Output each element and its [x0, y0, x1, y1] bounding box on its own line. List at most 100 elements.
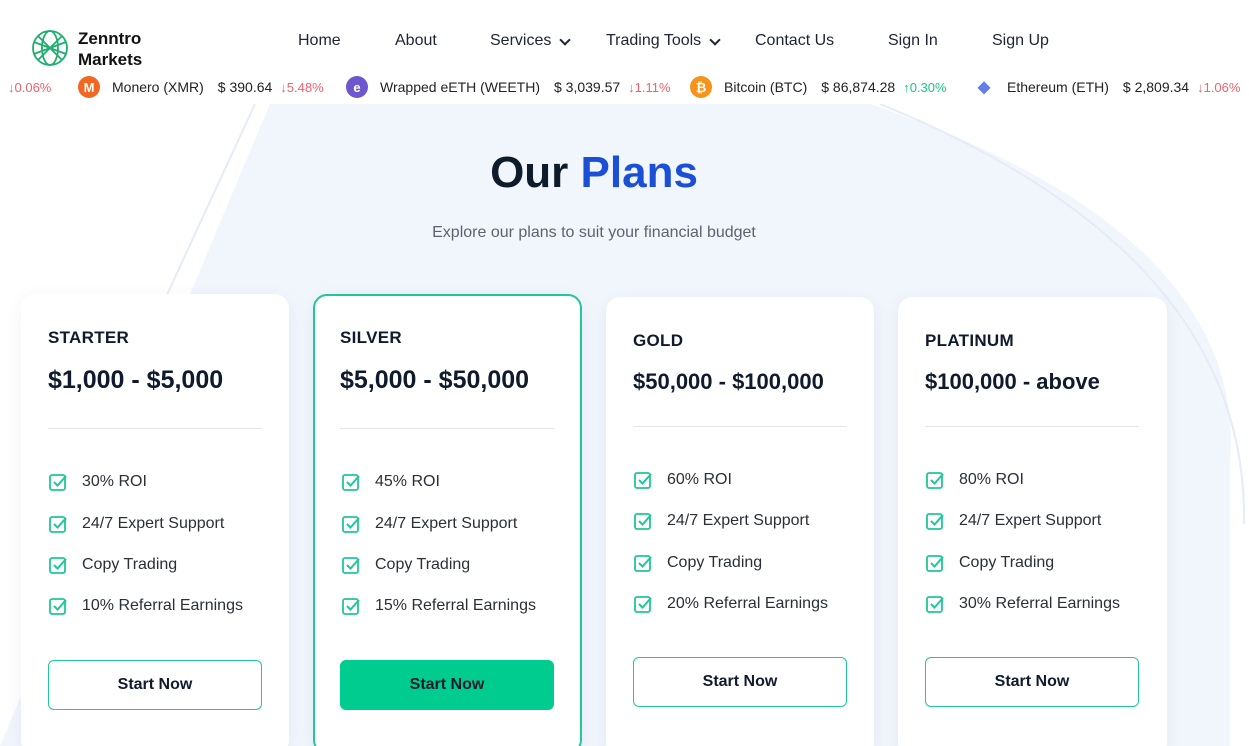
check-square-icon [342, 474, 360, 491]
ticker-price: $ 390.64 [217, 79, 273, 95]
ticker-item-weeth: e Wrapped eETH (WEETH) $ 3,039.57 ↓1.11% [346, 70, 671, 104]
plan-feature-text: 24/7 Expert Support [375, 515, 518, 532]
check-square-icon [49, 598, 67, 615]
plan-feature-text: 24/7 Expert Support [667, 512, 810, 529]
ticker-change: ↓1.11% [628, 79, 671, 95]
nav-sign-up[interactable]: Sign Up [992, 32, 1049, 50]
start-now-button[interactable]: Start Now [48, 660, 262, 710]
section-title-part2: Plans [580, 148, 698, 197]
weeth-icon: e [346, 76, 368, 98]
brand-logo[interactable]: Zenntro Markets [30, 28, 142, 68]
plan-name: GOLD [633, 331, 684, 350]
chevron-down-icon [709, 33, 721, 46]
plan-feature: Copy Trading [633, 553, 762, 573]
check-square-icon [634, 555, 652, 572]
ticker-change-value: 1.11% [634, 79, 671, 95]
plan-feature: 30% Referral Earnings [925, 594, 1120, 614]
start-now-button[interactable]: Start Now [925, 657, 1139, 707]
ticker-change-value: 5.48% [286, 79, 324, 95]
plan-card-gold: GOLD $50,000 - $100,000 60% ROI 24/7 Exp… [606, 297, 874, 746]
plan-feature: 10% Referral Earnings [48, 596, 243, 616]
check-square-icon [49, 557, 67, 574]
chevron-down-icon [559, 33, 572, 46]
plan-divider [48, 428, 262, 429]
nav-sign-in[interactable]: Sign In [888, 32, 938, 50]
ticker-change: ↑0.30% [903, 79, 947, 95]
ticker-item-partial: ↓0.06% [8, 70, 51, 104]
nav-services[interactable]: Services [490, 32, 572, 50]
ticker-change: ↓5.48% [280, 79, 324, 95]
check-square-icon [342, 598, 360, 615]
nav-trading-tools[interactable]: Trading Tools [606, 32, 721, 50]
section-title-part1: Our [490, 148, 569, 197]
plan-feature-text: 45% ROI [375, 473, 440, 490]
ticker-change: ↓1.06% [1197, 79, 1241, 95]
check-square-icon [926, 596, 944, 613]
plan-feature-text: 30% ROI [82, 473, 147, 490]
plan-feature-text: 24/7 Expert Support [82, 515, 225, 532]
plan-price: $1,000 - $5,000 [48, 366, 224, 394]
plan-card-platinum: PLATINUM $100,000 - above 80% ROI 24/7 E… [898, 297, 1167, 746]
plan-name: SILVER [340, 328, 402, 347]
plan-feature: Copy Trading [48, 555, 177, 575]
plan-feature: 20% Referral Earnings [633, 594, 828, 614]
plan-feature-text: 30% Referral Earnings [959, 595, 1120, 612]
nav-trading-tools-label: Trading Tools [606, 32, 702, 49]
plan-feature: 45% ROI [341, 472, 440, 492]
ticker-item-bitcoin: ₿ Bitcoin (BTC) $ 86,874.28 ↑0.30% [690, 70, 947, 104]
plan-card-starter: STARTER $1,000 - $5,000 30% ROI 24/7 Exp… [21, 294, 289, 746]
ticker-change-value: 0.30% [909, 79, 947, 95]
plan-name: STARTER [48, 328, 130, 347]
ticker-coin-name: Wrapped eETH (WEETH) [380, 79, 540, 95]
check-square-icon [634, 513, 652, 530]
plan-feature: 80% ROI [925, 470, 1024, 490]
start-now-button[interactable]: Start Now [633, 657, 847, 707]
plan-feature-text: 15% Referral Earnings [375, 597, 536, 614]
start-now-button[interactable]: Start Now [340, 660, 554, 710]
ticker-coin-name: Monero (XMR) [112, 79, 204, 95]
check-square-icon [342, 557, 360, 574]
site-header: Zenntro Markets Home About Services Trad… [0, 0, 1249, 70]
plan-feature: 15% Referral Earnings [341, 596, 536, 616]
price-ticker: ↓0.06% M Monero (XMR) $ 390.64 ↓5.48% e … [0, 70, 1249, 104]
brand-name: Zenntro Markets [78, 28, 142, 66]
plan-feature-text: 24/7 Expert Support [959, 512, 1102, 529]
nav-home[interactable]: Home [298, 32, 341, 50]
plan-feature-text: Copy Trading [959, 554, 1055, 571]
ticker-price: $ 2,809.34 [1122, 79, 1190, 95]
ticker-change-value: 1.06% [1203, 79, 1241, 95]
plan-divider [633, 426, 847, 427]
plan-feature: 24/7 Expert Support [48, 514, 224, 534]
ticker-change-value: 0.06% [14, 79, 52, 95]
check-square-icon [926, 513, 944, 530]
check-square-icon [926, 555, 944, 572]
bitcoin-icon: ₿ [690, 76, 712, 98]
plan-card-silver: SILVER $5,000 - $50,000 45% ROI 24/7 Exp… [313, 294, 582, 746]
plan-feature: 24/7 Expert Support [341, 514, 517, 534]
plan-feature-text: Copy Trading [375, 556, 471, 573]
plan-feature: 24/7 Expert Support [633, 511, 809, 531]
nav-about[interactable]: About [395, 32, 437, 50]
plan-feature: 60% ROI [633, 470, 732, 490]
brand-name-line1: Zenntro [78, 29, 142, 48]
plan-feature: Copy Trading [925, 553, 1054, 573]
check-square-icon [49, 474, 67, 491]
plan-feature-text: 10% Referral Earnings [82, 597, 243, 614]
plan-feature: 24/7 Expert Support [925, 511, 1101, 531]
ethereum-icon: ◆ [977, 79, 991, 96]
globe-logo-icon [32, 30, 68, 66]
ticker-change: ↓0.06% [8, 79, 52, 95]
ticker-coin-name: Ethereum (ETH) [1007, 79, 1109, 95]
check-square-icon [926, 472, 944, 489]
ticker-price: $ 86,874.28 [821, 79, 896, 95]
plan-feature: 30% ROI [48, 472, 147, 492]
ticker-item-ethereum: ◆ Ethereum (ETH) $ 2,809.34 ↓1.06% [973, 70, 1241, 104]
plan-name: PLATINUM [925, 331, 1014, 350]
plan-price: $100,000 - above [925, 369, 1100, 394]
plan-price: $5,000 - $50,000 [340, 366, 530, 394]
nav-contact[interactable]: Contact Us [755, 32, 834, 50]
ticker-item-monero: M Monero (XMR) $ 390.64 ↓5.48% [78, 70, 324, 104]
plan-feature-text: 60% ROI [667, 471, 732, 488]
monero-icon: M [78, 76, 100, 98]
section-subtitle: Explore our plans to suit your financial… [432, 224, 756, 241]
